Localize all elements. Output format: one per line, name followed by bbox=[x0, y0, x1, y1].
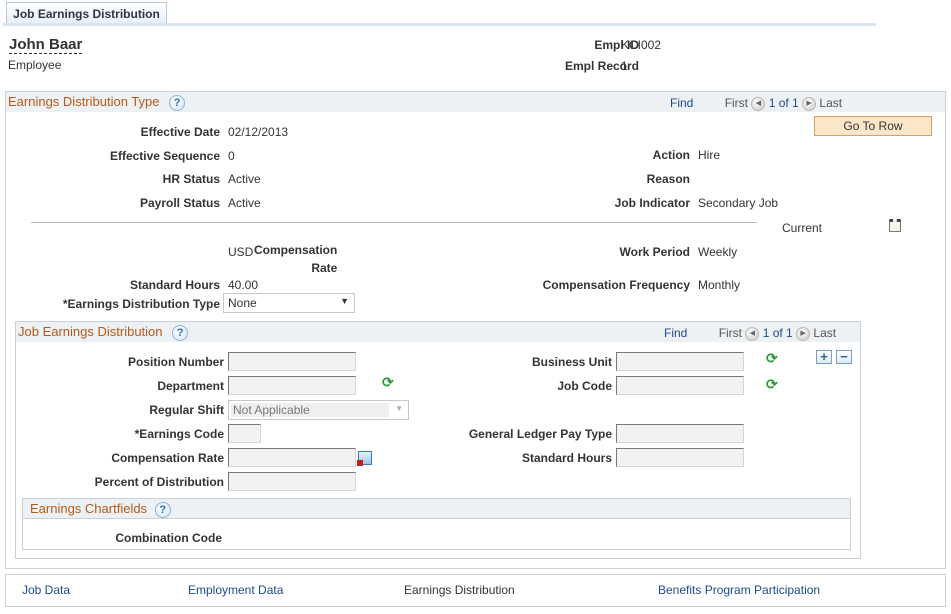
find-link[interactable]: Find bbox=[664, 326, 687, 340]
calculator-icon[interactable] bbox=[357, 451, 372, 466]
help-icon[interactable]: ? bbox=[169, 94, 186, 111]
job-code-input[interactable] bbox=[616, 376, 744, 395]
next-icon[interactable]: ▶ bbox=[802, 96, 817, 111]
job-code-label: Job Code bbox=[557, 379, 612, 393]
earnings-code-input[interactable] bbox=[228, 424, 261, 443]
standard-hours-label: Standard Hours bbox=[521, 451, 612, 465]
help-icon[interactable]: ? bbox=[172, 324, 189, 341]
section-title-text: Job Earnings Distribution bbox=[18, 324, 163, 339]
regular-shift-label: Regular Shift bbox=[149, 403, 224, 417]
empl-id-value: KCI002 bbox=[621, 38, 662, 52]
job-data-link[interactable]: Job Data bbox=[22, 583, 70, 597]
empl-record-value: 1 bbox=[621, 59, 628, 73]
row-navigation: Find First ◀ 1 of 1 ▶ Last bbox=[670, 96, 842, 111]
standard-hours-label: Standard Hours bbox=[129, 278, 220, 292]
row-position: 1 of 1 bbox=[762, 326, 793, 340]
action-value: Hire bbox=[698, 148, 721, 162]
help-icon[interactable]: ? bbox=[154, 501, 171, 518]
department-input[interactable] bbox=[228, 376, 356, 395]
percent-of-distribution-label: Percent of Distribution bbox=[94, 475, 224, 489]
delete-row-button[interactable]: − bbox=[836, 350, 852, 364]
row-navigation: Find First ◀ 1 of 1 ▶ Last bbox=[664, 326, 836, 341]
benefits-program-participation-link[interactable]: Benefits Program Participation bbox=[658, 583, 820, 597]
reason-label: Reason bbox=[646, 172, 690, 186]
divider bbox=[31, 222, 757, 223]
compensation-rate-label: Compensation Rate bbox=[111, 451, 224, 465]
earnings-distribution-type-value: None bbox=[228, 296, 257, 310]
percent-of-distribution-input[interactable] bbox=[228, 472, 356, 491]
department-label: Department bbox=[157, 379, 224, 393]
go-to-row-button[interactable]: Go To Row bbox=[814, 116, 932, 136]
compensation-rate-input[interactable] bbox=[228, 448, 356, 467]
effective-date-value: 02/12/2013 bbox=[228, 125, 289, 139]
next-icon[interactable]: ▶ bbox=[796, 326, 811, 341]
page-tab[interactable]: Job Earnings Distribution bbox=[6, 2, 167, 24]
last-label: Last bbox=[819, 96, 843, 110]
tab-underline bbox=[3, 23, 876, 26]
work-period-value: Weekly bbox=[698, 245, 738, 259]
business-unit-label: Business Unit bbox=[531, 355, 612, 369]
employee-role: Employee bbox=[8, 58, 62, 72]
find-link[interactable]: Find bbox=[670, 96, 693, 110]
earnings-distribution-type-label: *Earnings Distribution Type bbox=[62, 297, 220, 311]
refresh-department-icon[interactable]: ⟳ bbox=[382, 375, 396, 389]
section-title: Earnings Distribution Type ? bbox=[8, 94, 186, 111]
action-label: Action bbox=[652, 148, 690, 162]
standard-hours-input[interactable] bbox=[616, 448, 744, 467]
compensation-rate-label: Compensation Rate bbox=[254, 241, 337, 277]
employee-name[interactable]: John Baar bbox=[9, 36, 83, 54]
job-indicator-label: Job Indicator bbox=[614, 196, 690, 210]
work-period-label: Work Period bbox=[619, 245, 690, 259]
section-title-text: Earnings Distribution Type bbox=[8, 94, 160, 109]
earnings-distribution-type-select[interactable]: None ▼ bbox=[223, 293, 355, 313]
page-tab-label: Job Earnings Distribution bbox=[13, 7, 160, 21]
previous-icon[interactable]: ◀ bbox=[745, 326, 760, 341]
last-label: Last bbox=[813, 326, 837, 340]
hr-status-value: Active bbox=[228, 172, 261, 186]
business-unit-input[interactable] bbox=[616, 352, 744, 371]
position-number-input[interactable] bbox=[228, 352, 356, 371]
gl-pay-type-label: General Ledger Pay Type bbox=[468, 427, 612, 441]
row-position: 1 of 1 bbox=[768, 96, 799, 110]
section-title-text: Earnings Chartfields bbox=[30, 501, 148, 516]
current-label: Current bbox=[782, 221, 823, 235]
chevron-down-icon: ▼ bbox=[395, 404, 403, 413]
earnings-code-label: *Earnings Code bbox=[134, 427, 224, 441]
hr-status-label: HR Status bbox=[162, 172, 220, 186]
combination-code-label: Combination Code bbox=[115, 531, 222, 545]
first-label: First bbox=[724, 96, 749, 110]
job-indicator-value: Secondary Job bbox=[698, 196, 779, 210]
chevron-down-icon: ▼ bbox=[340, 296, 349, 306]
effective-sequence-value: 0 bbox=[228, 149, 235, 163]
currency-code: USD bbox=[228, 245, 254, 259]
payroll-status-label: Payroll Status bbox=[139, 196, 220, 210]
payroll-status-value: Active bbox=[228, 196, 261, 210]
notepad-icon[interactable] bbox=[889, 219, 901, 232]
compensation-rate-label-line2: Rate bbox=[311, 261, 338, 275]
position-number-label: Position Number bbox=[127, 355, 224, 369]
add-row-button[interactable]: + bbox=[816, 350, 832, 364]
compensation-frequency-label: Compensation Frequency bbox=[542, 278, 690, 292]
compensation-rate-label-line1: Compensation bbox=[254, 243, 338, 257]
employment-data-link[interactable]: Employment Data bbox=[188, 583, 283, 597]
section-title: Job Earnings Distribution ? bbox=[18, 324, 189, 341]
standard-hours-value: 40.00 bbox=[228, 278, 259, 292]
gl-pay-type-input[interactable] bbox=[616, 424, 744, 443]
first-label: First bbox=[718, 326, 743, 340]
regular-shift-value: Not Applicable bbox=[233, 403, 310, 417]
calculator-arrow bbox=[357, 460, 363, 466]
regular-shift-select[interactable]: Not Applicable ▼ bbox=[228, 400, 409, 420]
effective-date-label: Effective Date bbox=[140, 125, 220, 139]
section-title: Earnings Chartfields ? bbox=[30, 501, 171, 518]
previous-icon[interactable]: ◀ bbox=[751, 96, 766, 111]
earnings-distribution-current-page: Earnings Distribution bbox=[404, 583, 515, 597]
effective-sequence-label: Effective Sequence bbox=[109, 149, 220, 163]
compensation-frequency-value: Monthly bbox=[698, 278, 741, 292]
refresh-business-unit-icon[interactable]: ⟳ bbox=[766, 351, 780, 365]
refresh-job-code-icon[interactable]: ⟳ bbox=[766, 377, 780, 391]
